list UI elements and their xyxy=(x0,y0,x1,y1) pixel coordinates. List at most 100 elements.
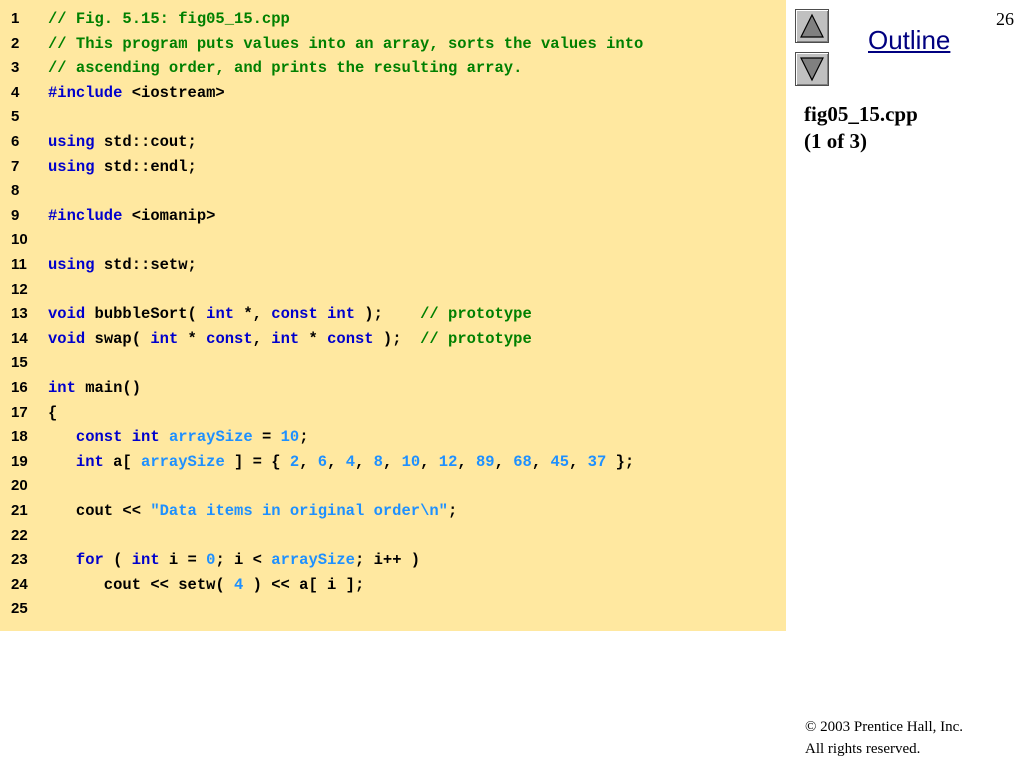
code-line: 4 #include <iostream> xyxy=(0,81,786,105)
code-text: cout << setw( 4 ) << a[ i ]; xyxy=(48,573,364,597)
code-line: 23 for ( int i = 0; i < arraySize; i++ ) xyxy=(0,548,786,572)
next-slide-button[interactable] xyxy=(795,52,829,86)
code-text: using std::cout; xyxy=(48,130,197,154)
code-token: , xyxy=(569,452,588,471)
code-token: std::cout; xyxy=(94,133,197,151)
code-token: for xyxy=(75,551,104,570)
code-token: int xyxy=(150,329,179,348)
outline-link[interactable]: Outline xyxy=(868,25,950,56)
code-text: #include <iostream> xyxy=(48,81,225,105)
code-text: // This program puts values into an arra… xyxy=(48,32,643,56)
line-number: 14 xyxy=(11,329,28,347)
code-token: * xyxy=(299,329,328,348)
code-token: , xyxy=(299,452,318,471)
line-number: 6 xyxy=(11,133,20,150)
triangle-down-icon xyxy=(800,57,824,82)
code-token: i = xyxy=(159,551,207,570)
code-token: arraySize xyxy=(141,452,225,471)
code-token: ; xyxy=(447,502,458,520)
code-token: const xyxy=(206,329,253,348)
line-number: 25 xyxy=(11,600,28,618)
line-number: 17 xyxy=(11,403,28,421)
copyright-line: © 2003 Prentice Hall, Inc. xyxy=(805,719,964,735)
code-token: cout << setw( xyxy=(48,575,235,594)
code-token: <iomanip> xyxy=(122,206,216,225)
code-token: ; i++ ) xyxy=(354,551,421,570)
code-token: }; xyxy=(606,452,635,471)
code-line: 2 // This program puts values into an arr… xyxy=(0,32,786,56)
code-token: // prototype xyxy=(420,329,532,348)
code-line: 14 void swap( int * const, int * const );… xyxy=(0,327,786,351)
code-line: 8 xyxy=(0,179,786,203)
line-number: 10 xyxy=(11,231,28,249)
code-token: void xyxy=(48,329,86,348)
code-token: const xyxy=(327,329,374,348)
code-token: , xyxy=(494,452,514,471)
code-token: , xyxy=(355,452,374,471)
code-token: #include xyxy=(48,83,123,102)
code-token: bubbleSort( xyxy=(85,305,207,324)
code-line: 22 xyxy=(0,524,786,548)
page-number: 26 xyxy=(996,9,1014,29)
code-token: 2 xyxy=(289,452,300,471)
code-token: ) << a[ i ]; xyxy=(243,575,365,594)
rights-line: All rights reserved. xyxy=(805,741,921,757)
line-number: 3 xyxy=(11,59,20,77)
line-number: 19 xyxy=(11,452,28,470)
code-token: arraySize xyxy=(168,428,253,447)
code-token: { xyxy=(48,403,58,422)
code-text: const int arraySize = 10; xyxy=(48,425,309,449)
code-line: 12 xyxy=(0,278,786,302)
code-token: 68 xyxy=(513,452,532,471)
code-token: , xyxy=(327,452,346,471)
copyright-notice: © 2003 Prentice Hall, Inc. All rights re… xyxy=(805,716,963,760)
code-token: #include xyxy=(48,206,123,225)
code-token: std::setw; xyxy=(94,256,197,274)
code-line: 19 int a[ arraySize ] = { 2, 6, 4, 8, 10… xyxy=(0,450,786,474)
code-token: ); xyxy=(373,329,421,348)
line-number: 13 xyxy=(11,305,28,323)
code-token: , xyxy=(382,452,402,471)
previous-slide-button[interactable] xyxy=(795,9,829,43)
code-text: for ( int i = 0; i < arraySize; i++ ) xyxy=(48,548,420,572)
file-name: fig05_15.cpp xyxy=(804,102,918,126)
code-line: 5 xyxy=(0,105,786,129)
code-token: cout << xyxy=(48,502,151,520)
code-text: // Fig. 5.15: fig05_15.cpp xyxy=(48,7,290,31)
code-line: 25 xyxy=(0,597,786,621)
code-line: 11 using std::setw; xyxy=(0,253,786,277)
code-token: 45 xyxy=(550,452,570,471)
code-text: void bubbleSort( int *, const int ); // … xyxy=(48,302,532,326)
code-line: 16 int main() xyxy=(0,376,786,400)
code-token: 89 xyxy=(476,452,495,471)
code-text: using std::endl; xyxy=(48,155,197,179)
code-token: , xyxy=(252,329,272,348)
code-token: const xyxy=(271,305,318,324)
line-number: 20 xyxy=(11,477,28,495)
line-number: 23 xyxy=(11,551,28,569)
line-number: 7 xyxy=(11,157,20,175)
line-number: 8 xyxy=(11,182,20,200)
code-line: 7 using std::endl; xyxy=(0,155,786,179)
line-number: 24 xyxy=(11,575,28,593)
code-token: // This program puts values into an arra… xyxy=(48,34,644,53)
code-line: 13 void bubbleSort( int *, const int ); /… xyxy=(0,302,786,326)
code-listing: 1 // Fig. 5.15: fig05_15.cpp 2 // This prog… xyxy=(0,0,786,631)
code-token: int xyxy=(131,551,160,570)
code-line: 20 xyxy=(0,474,786,498)
code-text: { xyxy=(48,401,57,425)
code-token: std::endl; xyxy=(94,157,197,176)
code-line: 15 xyxy=(0,351,786,375)
code-token: int xyxy=(75,452,104,471)
code-text: int main() xyxy=(48,376,141,400)
code-token: ; i < xyxy=(215,551,272,570)
code-token: ] = { xyxy=(224,452,290,471)
code-text: int a[ arraySize ] = { 2, 6, 4, 8, 10, 1… xyxy=(48,450,634,474)
code-token: 37 xyxy=(587,452,607,471)
line-number: 22 xyxy=(11,526,28,544)
code-token: int xyxy=(271,329,300,348)
code-token: int xyxy=(48,379,76,397)
